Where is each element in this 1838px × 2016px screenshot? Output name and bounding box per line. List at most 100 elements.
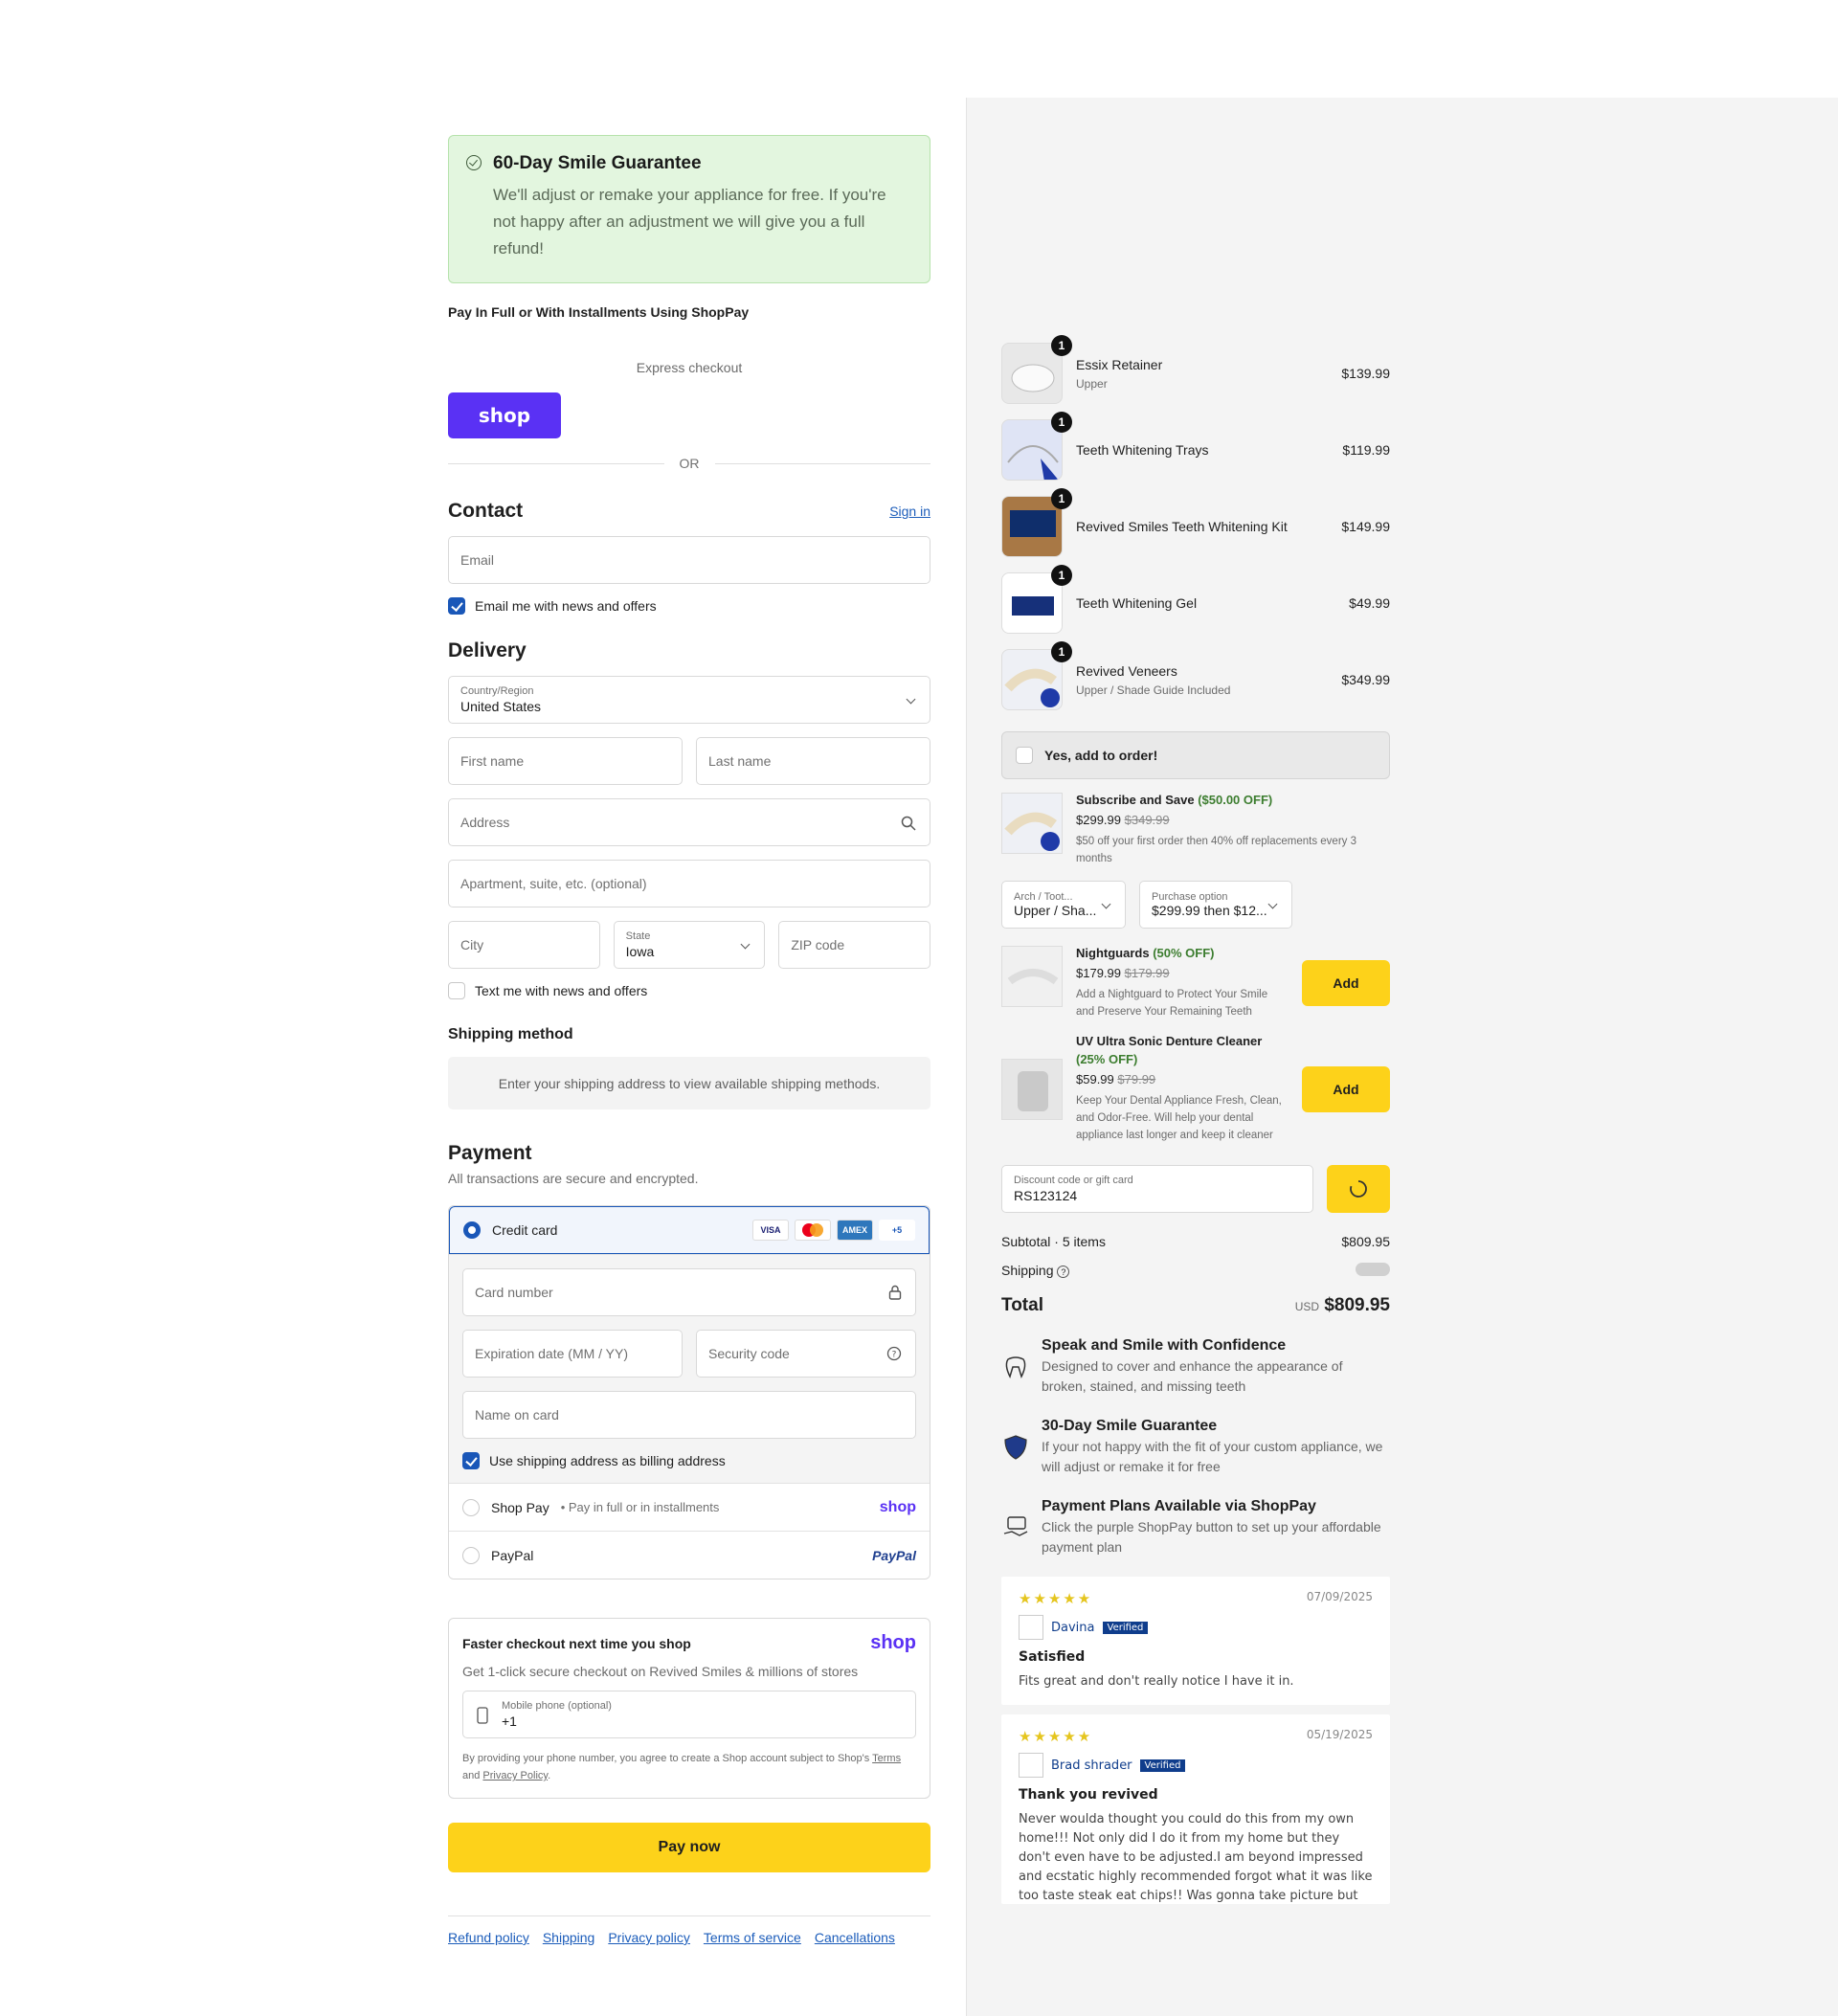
- help-icon[interactable]: ?: [886, 1346, 902, 1361]
- sign-in-link[interactable]: Sign in: [889, 504, 930, 519]
- terms-of-service-link[interactable]: Terms of service: [704, 1930, 801, 1945]
- email-news-checkbox[interactable]: [448, 597, 465, 615]
- payment-methods: Credit card VISA AMEX +5 Card number Exp…: [448, 1205, 930, 1579]
- email-news-checkbox-row[interactable]: Email me with news and offers: [448, 597, 930, 615]
- text-news-checkbox[interactable]: [448, 982, 465, 999]
- billing-checkbox-row[interactable]: Use shipping address as billing address: [462, 1452, 916, 1469]
- cart-item: 1 Essix Retainer Upper $139.99: [1001, 335, 1390, 412]
- apartment-field[interactable]: Apartment, suite, etc. (optional): [448, 860, 930, 907]
- visa-icon: VISA: [752, 1220, 789, 1241]
- item-name: Essix Retainer: [1076, 356, 1163, 372]
- paypal-radio[interactable]: [462, 1546, 480, 1564]
- zip-field[interactable]: ZIP code: [778, 921, 931, 969]
- quantity-badge: 1: [1051, 641, 1072, 662]
- address-field[interactable]: Address: [448, 798, 930, 846]
- star-rating: ★★★★★: [1019, 1590, 1093, 1607]
- add-nightguards-button[interactable]: Add: [1302, 960, 1390, 1006]
- item-variant: Upper / Shade Guide Included: [1076, 683, 1231, 697]
- city-field[interactable]: City: [448, 921, 600, 969]
- shop-pay-radio[interactable]: [462, 1498, 480, 1516]
- billing-checkbox[interactable]: [462, 1452, 480, 1469]
- add-to-order-box[interactable]: Yes, add to order!: [1001, 731, 1390, 779]
- contact-title: Contact: [448, 500, 524, 522]
- shipping-row: Shipping ?: [1001, 1263, 1390, 1278]
- product-image: [1001, 1058, 1063, 1120]
- privacy-policy-link[interactable]: Privacy policy: [608, 1930, 690, 1945]
- item-price: $49.99: [1349, 595, 1390, 611]
- shipping-note: Enter your shipping address to view avai…: [448, 1057, 930, 1109]
- payment-hand-icon: [1001, 1513, 1030, 1542]
- paypal-logo: PayPal: [872, 1547, 916, 1563]
- upsell-denture-cleaner: UV Ultra Sonic Denture Cleaner (25% OFF)…: [1001, 1034, 1390, 1144]
- shop-logo: shop: [879, 1498, 916, 1515]
- verified-badge: Verified: [1139, 1758, 1186, 1772]
- text-news-checkbox-row[interactable]: Text me with news and offers: [448, 982, 930, 999]
- credit-card-radio[interactable]: [463, 1221, 481, 1239]
- privacy-link[interactable]: Privacy Policy: [482, 1770, 548, 1781]
- discount-code-field[interactable]: Discount code or gift card RS123124: [1001, 1165, 1313, 1213]
- item-price: $149.99: [1341, 519, 1390, 534]
- or-divider: OR: [448, 456, 930, 471]
- quantity-badge: 1: [1051, 488, 1072, 509]
- checkout-form: 60-Day Smile Guarantee We'll adjust or r…: [448, 135, 931, 1945]
- cancellations-link[interactable]: Cancellations: [815, 1930, 895, 1945]
- faster-subtitle: Get 1-click secure checkout on Revived S…: [462, 1664, 859, 1679]
- total-row: Total USD $809.95: [1001, 1295, 1390, 1315]
- apply-discount-button[interactable]: [1327, 1165, 1390, 1213]
- chevron-down-icon: [906, 694, 916, 705]
- payment-title: Payment: [448, 1142, 532, 1164]
- arch-select[interactable]: Arch / Toot... Upper / Sha...: [1001, 881, 1126, 929]
- help-icon[interactable]: ?: [1057, 1265, 1070, 1278]
- paypal-option[interactable]: PayPal PayPal: [449, 1531, 930, 1579]
- review-card: ★★★★★ 05/19/2025 Brad shrader Verified Tha…: [1001, 1714, 1390, 1904]
- first-name-field[interactable]: First name: [448, 737, 683, 785]
- card-form: Card number Expiration date (MM / YY) Se…: [449, 1254, 930, 1483]
- shipping-link[interactable]: Shipping: [543, 1930, 595, 1945]
- avatar: [1019, 1615, 1043, 1640]
- product-image: [1001, 793, 1063, 854]
- item-price: $349.99: [1341, 672, 1390, 687]
- shop-pay-button[interactable]: shop: [448, 392, 561, 438]
- name-on-card-field[interactable]: Name on card: [462, 1391, 916, 1439]
- mobile-phone-field[interactable]: Mobile phone (optional) +1: [462, 1691, 916, 1738]
- shop-logo: shop: [870, 1632, 916, 1653]
- credit-card-option[interactable]: Credit card VISA AMEX +5: [449, 1206, 930, 1254]
- search-icon: [901, 816, 916, 831]
- add-to-order-checkbox[interactable]: [1016, 747, 1033, 764]
- terms-link[interactable]: Terms: [872, 1753, 901, 1764]
- avatar: [1019, 1753, 1043, 1778]
- quantity-badge: 1: [1051, 412, 1072, 433]
- payment-subtitle: All transactions are secure and encrypte…: [448, 1171, 699, 1186]
- star-rating: ★★★★★: [1019, 1728, 1093, 1745]
- product-image: [1001, 946, 1063, 1007]
- loading-spinner-icon: [1350, 1180, 1367, 1198]
- lock-icon: [888, 1285, 902, 1300]
- subscribe-offer: Subscribe and Save ($50.00 OFF) $299.99 …: [1001, 793, 1390, 867]
- last-name-field[interactable]: Last name: [696, 737, 930, 785]
- tooth-icon: [1001, 1353, 1030, 1381]
- item-name: Revived Veneers: [1076, 662, 1177, 679]
- item-name: Revived Smiles Teeth Whitening Kit: [1076, 519, 1288, 534]
- guarantee-banner: 60-Day Smile Guarantee We'll adjust or r…: [448, 135, 930, 283]
- faster-title: Faster checkout next time you shop: [462, 1635, 691, 1651]
- faster-checkout-box: Faster checkout next time you shop shop …: [448, 1618, 930, 1799]
- country-select[interactable]: Country/Region United States: [448, 676, 930, 724]
- refund-policy-link[interactable]: Refund policy: [448, 1930, 529, 1945]
- item-variant: Upper: [1076, 376, 1108, 391]
- subtotal-row: Subtotal · 5 items $809.95: [1001, 1234, 1390, 1249]
- guarantee-text: We'll adjust or remake your appliance fo…: [493, 186, 886, 258]
- card-number-field[interactable]: Card number: [462, 1268, 916, 1316]
- pay-now-button[interactable]: Pay now: [448, 1823, 930, 1872]
- add-denture-cleaner-button[interactable]: Add: [1302, 1065, 1390, 1112]
- express-checkout-label: Express checkout: [636, 360, 743, 375]
- expiration-field[interactable]: Expiration date (MM / YY): [462, 1330, 683, 1378]
- shop-pay-option[interactable]: Shop Pay • Pay in full or in installment…: [449, 1483, 930, 1531]
- email-field[interactable]: Email: [448, 536, 930, 584]
- email-news-label: Email me with news and offers: [475, 598, 657, 614]
- shield-icon: [1001, 1433, 1030, 1462]
- purchase-option-select[interactable]: Purchase option $299.99 then $12...: [1139, 881, 1292, 929]
- state-select[interactable]: State Iowa: [613, 921, 766, 969]
- check-circle-icon: [466, 155, 482, 170]
- shipping-loading-placeholder: [1356, 1263, 1390, 1276]
- security-code-field[interactable]: Security code ?: [696, 1330, 916, 1378]
